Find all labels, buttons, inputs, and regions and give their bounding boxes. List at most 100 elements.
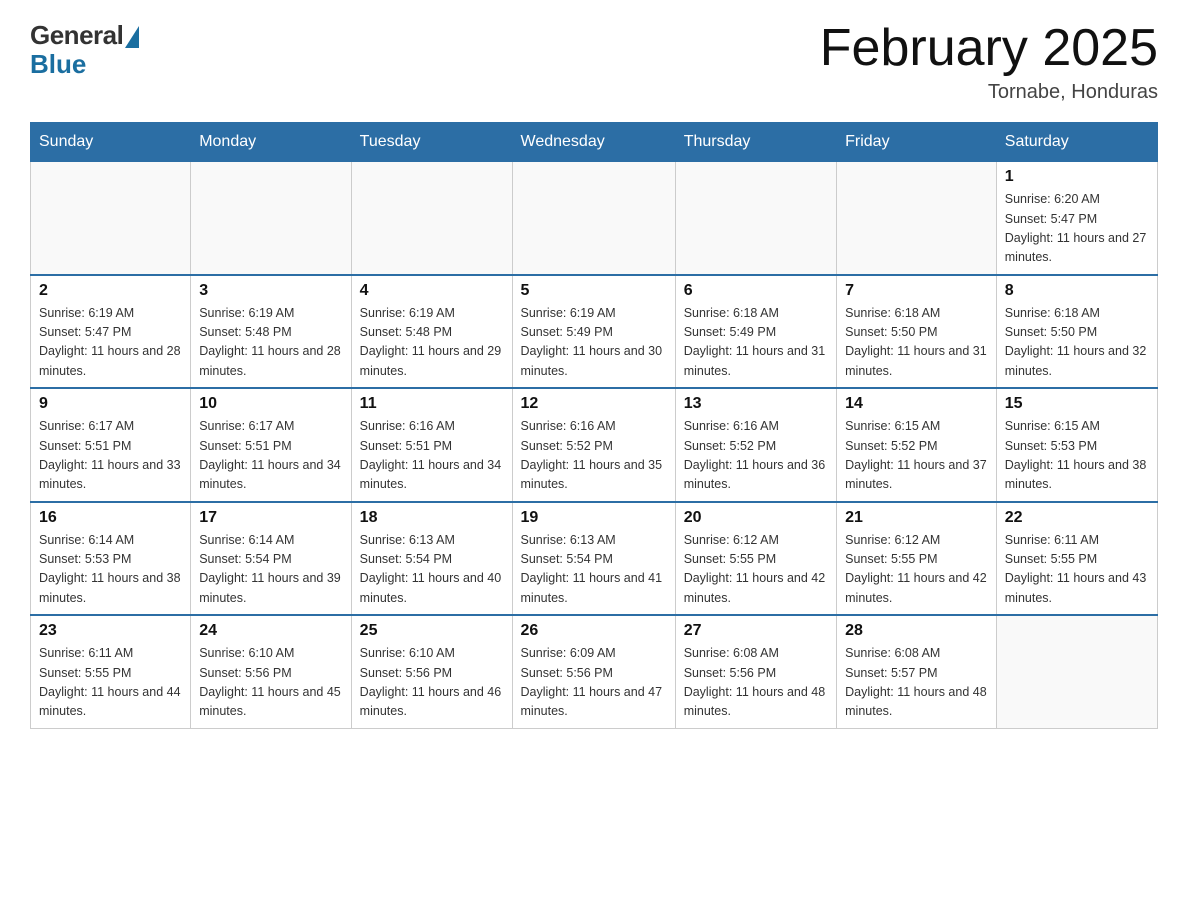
- calendar-day-cell: [996, 615, 1157, 728]
- weekday-header-row: SundayMondayTuesdayWednesdayThursdayFrid…: [31, 123, 1158, 162]
- calendar-day-cell: 13 Sunrise: 6:16 AMSunset: 5:52 PMDayligh…: [675, 388, 836, 502]
- calendar-day-cell: 10Sunrise: 6:17 AMSunset: 5:51 PMDayligh…: [191, 388, 351, 502]
- calendar-day-cell: 8 Sunrise: 6:18 AMSunset: 5:50 PMDaylight…: [996, 275, 1157, 389]
- calendar-day-cell: 18 Sunrise: 6:13 AMSunset: 5:54 PMDayligh…: [351, 502, 512, 616]
- calendar-week-row: 16 Sunrise: 6:14 AMSunset: 5:53 PMDayligh…: [31, 502, 1158, 616]
- calendar-day-cell: 11 Sunrise: 6:16 AMSunset: 5:51 PMDayligh…: [351, 388, 512, 502]
- day-number: 22: [1005, 509, 1149, 527]
- calendar-day-cell: 1 Sunrise: 6:20 AMSunset: 5:47 PMDaylight…: [996, 162, 1157, 275]
- day-info: Sunrise: 6:19 AMSunset: 5:48 PMDaylight:…: [199, 304, 342, 382]
- calendar-week-row: 9 Sunrise: 6:17 AMSunset: 5:51 PMDaylight…: [31, 388, 1158, 502]
- calendar-day-cell: 4 Sunrise: 6:19 AMSunset: 5:48 PMDaylight…: [351, 275, 512, 389]
- day-number: 21: [845, 509, 988, 527]
- calendar-day-cell: 25 Sunrise: 6:10 AMSunset: 5:56 PMDayligh…: [351, 615, 512, 728]
- day-info: Sunrise: 6:19 AMSunset: 5:49 PMDaylight:…: [521, 304, 667, 382]
- day-info: Sunrise: 6:12 AMSunset: 5:55 PMDaylight:…: [684, 531, 828, 609]
- day-info: Sunrise: 6:17 AMSunset: 5:51 PMDaylight:…: [199, 417, 342, 495]
- calendar-day-cell: [837, 162, 997, 275]
- day-number: 8: [1005, 282, 1149, 300]
- day-info: Sunrise: 6:12 AMSunset: 5:55 PMDaylight:…: [845, 531, 988, 609]
- calendar-week-row: 1 Sunrise: 6:20 AMSunset: 5:47 PMDaylight…: [31, 162, 1158, 275]
- day-info: Sunrise: 6:14 AMSunset: 5:53 PMDaylight:…: [39, 531, 182, 609]
- day-info: Sunrise: 6:16 AMSunset: 5:51 PMDaylight:…: [360, 417, 504, 495]
- calendar-day-cell: 9 Sunrise: 6:17 AMSunset: 5:51 PMDaylight…: [31, 388, 191, 502]
- calendar-day-cell: 16 Sunrise: 6:14 AMSunset: 5:53 PMDayligh…: [31, 502, 191, 616]
- day-info: Sunrise: 6:08 AMSunset: 5:57 PMDaylight:…: [845, 644, 988, 722]
- calendar-day-cell: 6 Sunrise: 6:18 AMSunset: 5:49 PMDaylight…: [675, 275, 836, 389]
- day-number: 14: [845, 395, 988, 413]
- day-info: Sunrise: 6:18 AMSunset: 5:49 PMDaylight:…: [684, 304, 828, 382]
- day-info: Sunrise: 6:11 AMSunset: 5:55 PMDaylight:…: [39, 644, 182, 722]
- logo-triangle-icon: [125, 26, 139, 48]
- logo-blue-text: Blue: [30, 49, 86, 80]
- calendar-day-cell: 3 Sunrise: 6:19 AMSunset: 5:48 PMDaylight…: [191, 275, 351, 389]
- weekday-header-thursday: Thursday: [675, 123, 836, 162]
- day-info: Sunrise: 6:16 AMSunset: 5:52 PMDaylight:…: [521, 417, 667, 495]
- day-number: 3: [199, 282, 342, 300]
- day-info: Sunrise: 6:11 AMSunset: 5:55 PMDaylight:…: [1005, 531, 1149, 609]
- calendar-day-cell: 19Sunrise: 6:13 AMSunset: 5:54 PMDayligh…: [512, 502, 675, 616]
- weekday-header-wednesday: Wednesday: [512, 123, 675, 162]
- day-info: Sunrise: 6:13 AMSunset: 5:54 PMDaylight:…: [360, 531, 504, 609]
- day-info: Sunrise: 6:20 AMSunset: 5:47 PMDaylight:…: [1005, 190, 1149, 268]
- calendar-day-cell: 21 Sunrise: 6:12 AMSunset: 5:55 PMDayligh…: [837, 502, 997, 616]
- day-number: 25: [360, 622, 504, 640]
- calendar-day-cell: 5 Sunrise: 6:19 AMSunset: 5:49 PMDaylight…: [512, 275, 675, 389]
- day-number: 24: [199, 622, 342, 640]
- calendar-day-cell: 2 Sunrise: 6:19 AMSunset: 5:47 PMDaylight…: [31, 275, 191, 389]
- calendar-day-cell: 26 Sunrise: 6:09 AMSunset: 5:56 PMDayligh…: [512, 615, 675, 728]
- calendar-week-row: 2 Sunrise: 6:19 AMSunset: 5:47 PMDaylight…: [31, 275, 1158, 389]
- day-number: 23: [39, 622, 182, 640]
- day-info: Sunrise: 6:10 AMSunset: 5:56 PMDaylight:…: [199, 644, 342, 722]
- weekday-header-saturday: Saturday: [996, 123, 1157, 162]
- day-info: Sunrise: 6:15 AMSunset: 5:52 PMDaylight:…: [845, 417, 988, 495]
- day-number: 17: [199, 509, 342, 527]
- calendar-day-cell: 20 Sunrise: 6:12 AMSunset: 5:55 PMDayligh…: [675, 502, 836, 616]
- day-info: Sunrise: 6:16 AMSunset: 5:52 PMDaylight:…: [684, 417, 828, 495]
- day-number: 9: [39, 395, 182, 413]
- page-header: General Blue February 2025 Tornabe, Hond…: [30, 20, 1158, 104]
- day-info: Sunrise: 6:18 AMSunset: 5:50 PMDaylight:…: [1005, 304, 1149, 382]
- day-info: Sunrise: 6:19 AMSunset: 5:47 PMDaylight:…: [39, 304, 182, 382]
- day-number: 2: [39, 282, 182, 300]
- day-number: 1: [1005, 168, 1149, 186]
- calendar-day-cell: 28 Sunrise: 6:08 AMSunset: 5:57 PMDayligh…: [837, 615, 997, 728]
- day-number: 15: [1005, 395, 1149, 413]
- month-title: February 2025: [820, 20, 1158, 77]
- day-number: 16: [39, 509, 182, 527]
- calendar-day-cell: [675, 162, 836, 275]
- calendar-day-cell: 22 Sunrise: 6:11 AMSunset: 5:55 PMDayligh…: [996, 502, 1157, 616]
- day-number: 12: [521, 395, 667, 413]
- day-info: Sunrise: 6:09 AMSunset: 5:56 PMDaylight:…: [521, 644, 667, 722]
- calendar-day-cell: 27Sunrise: 6:08 AMSunset: 5:56 PMDayligh…: [675, 615, 836, 728]
- calendar-day-cell: 17 Sunrise: 6:14 AMSunset: 5:54 PMDayligh…: [191, 502, 351, 616]
- day-number: 6: [684, 282, 828, 300]
- calendar-day-cell: [351, 162, 512, 275]
- weekday-header-tuesday: Tuesday: [351, 123, 512, 162]
- calendar-week-row: 23 Sunrise: 6:11 AMSunset: 5:55 PMDayligh…: [31, 615, 1158, 728]
- title-block: February 2025 Tornabe, Honduras: [820, 20, 1158, 104]
- logo: General Blue: [30, 20, 139, 80]
- day-number: 4: [360, 282, 504, 300]
- calendar-day-cell: 7Sunrise: 6:18 AMSunset: 5:50 PMDaylight…: [837, 275, 997, 389]
- day-number: 20: [684, 509, 828, 527]
- day-info: Sunrise: 6:14 AMSunset: 5:54 PMDaylight:…: [199, 531, 342, 609]
- day-number: 5: [521, 282, 667, 300]
- day-number: 18: [360, 509, 504, 527]
- day-number: 28: [845, 622, 988, 640]
- day-info: Sunrise: 6:19 AMSunset: 5:48 PMDaylight:…: [360, 304, 504, 382]
- day-info: Sunrise: 6:18 AMSunset: 5:50 PMDaylight:…: [845, 304, 988, 382]
- logo-general-text: General: [30, 20, 123, 51]
- day-number: 26: [521, 622, 667, 640]
- day-number: 11: [360, 395, 504, 413]
- day-info: Sunrise: 6:17 AMSunset: 5:51 PMDaylight:…: [39, 417, 182, 495]
- day-info: Sunrise: 6:10 AMSunset: 5:56 PMDaylight:…: [360, 644, 504, 722]
- calendar-table: SundayMondayTuesdayWednesdayThursdayFrid…: [30, 122, 1158, 729]
- calendar-day-cell: 12 Sunrise: 6:16 AMSunset: 5:52 PMDayligh…: [512, 388, 675, 502]
- day-number: 19: [521, 509, 667, 527]
- calendar-day-cell: [191, 162, 351, 275]
- day-info: Sunrise: 6:08 AMSunset: 5:56 PMDaylight:…: [684, 644, 828, 722]
- calendar-day-cell: [512, 162, 675, 275]
- day-number: 13: [684, 395, 828, 413]
- location-label: Tornabe, Honduras: [820, 81, 1158, 104]
